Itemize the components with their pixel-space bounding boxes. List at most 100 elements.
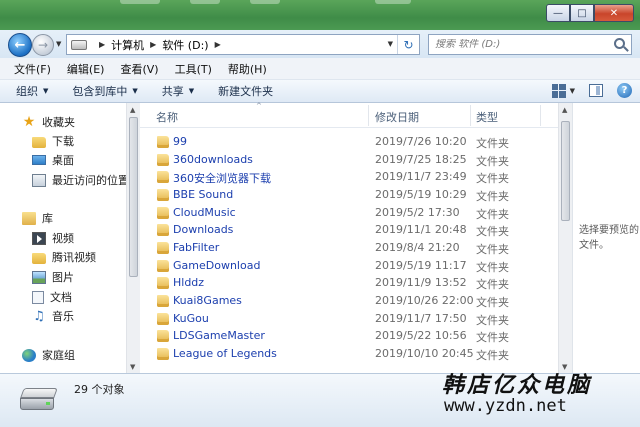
file-type: 文件夹 — [476, 208, 509, 221]
search-box — [428, 34, 632, 55]
list-item[interactable]: Hlddz 2019/11/9 13:52 文件夹 — [140, 274, 558, 292]
scroll-up-arrow-icon[interactable]: ▲ — [130, 106, 135, 114]
nav-scroll-thumb[interactable] — [129, 117, 138, 277]
list-item[interactable]: 360安全浏览器下载 2019/11/7 23:49 文件夹 — [140, 168, 558, 186]
nav-label: 库 — [42, 212, 53, 225]
file-modified: 2019/10/26 22:00 — [375, 294, 474, 307]
column-divider[interactable] — [368, 105, 369, 126]
picture-icon — [32, 270, 46, 284]
column-type[interactable]: 类型 — [476, 109, 498, 125]
maximize-button[interactable]: □ — [570, 4, 594, 22]
file-name: GameDownload — [173, 259, 261, 272]
scroll-up-arrow-icon[interactable]: ▲ — [562, 106, 567, 114]
refresh-button[interactable]: ↻ — [397, 35, 419, 54]
menu-view[interactable]: 查看(V) — [120, 61, 158, 77]
column-headers: ^ 名称 修改日期 类型 — [140, 102, 560, 128]
change-view-icon[interactable] — [551, 83, 566, 98]
file-list-scroll-thumb[interactable] — [561, 121, 570, 221]
new-folder-button[interactable]: 新建文件夹 — [218, 83, 273, 99]
file-modified: 2019/5/22 10:56 — [375, 329, 467, 342]
preview-pane-icon[interactable] — [589, 84, 603, 97]
file-type: 文件夹 — [476, 172, 509, 185]
forward-button[interactable]: → — [32, 34, 54, 56]
nav-downloads[interactable]: 下载 — [32, 132, 74, 150]
menu-file[interactable]: 文件(F) — [14, 61, 51, 77]
column-modified[interactable]: 修改日期 — [375, 109, 419, 125]
menu-help[interactable]: 帮助(H) — [228, 61, 267, 77]
star-icon: ★ — [22, 113, 36, 130]
menu-tools[interactable]: 工具(T) — [175, 61, 212, 77]
command-bar-right: ▼ ? — [551, 83, 632, 98]
folder-icon — [157, 313, 169, 325]
file-list-scrollbar[interactable]: ▲ ▼ — [558, 103, 572, 373]
nav-label: 文档 — [50, 291, 72, 304]
address-dropdown[interactable]: ▼ — [388, 40, 393, 48]
help-icon[interactable]: ? — [617, 83, 632, 98]
list-item[interactable]: KuGou 2019/11/7 17:50 文件夹 — [140, 310, 558, 328]
refresh-icon: ↻ — [403, 37, 414, 52]
file-modified: 2019/5/19 11:17 — [375, 259, 467, 272]
list-item[interactable]: CloudMusic 2019/5/2 17:30 文件夹 — [140, 204, 558, 222]
list-item[interactable]: LDSGameMaster 2019/5/22 10:56 文件夹 — [140, 327, 558, 345]
share-button[interactable]: 共享 ▼ — [162, 83, 194, 99]
breadcrumb-separator-icon[interactable]: ▶ — [215, 40, 221, 49]
list-item[interactable]: GameDownload 2019/5/19 11:17 文件夹 — [140, 257, 558, 275]
nav-label: 最近访问的位置 — [52, 174, 126, 187]
column-divider[interactable] — [540, 105, 541, 126]
file-modified: 2019/11/1 20:48 — [375, 223, 467, 236]
list-item[interactable]: FabFilter 2019/8/4 21:20 文件夹 — [140, 239, 558, 257]
include-library-button[interactable]: 包含到库中 ▼ — [72, 83, 137, 99]
column-name[interactable]: 名称 — [156, 109, 178, 125]
title-decoration — [120, 0, 160, 4]
nav-libraries[interactable]: 库 — [22, 209, 53, 227]
address-row: ← → ▼ ▶ 计算机 ▶ 软件 (D:) ▶ ▼ ↻ — [0, 30, 640, 58]
close-button[interactable]: ✕ — [594, 4, 634, 22]
nav-documents[interactable]: 文档 — [32, 288, 72, 306]
list-item[interactable]: 99 2019/7/26 10:20 文件夹 — [140, 133, 558, 151]
file-type: 文件夹 — [476, 243, 509, 256]
video-icon — [32, 231, 46, 245]
column-divider[interactable] — [470, 105, 471, 126]
file-name: LDSGameMaster — [173, 329, 265, 342]
scroll-down-arrow-icon[interactable]: ▼ — [130, 363, 135, 371]
organize-button[interactable]: 组织 ▼ — [16, 83, 48, 99]
menu-edit[interactable]: 编辑(E) — [67, 61, 105, 77]
nav-favorites[interactable]: ★ 收藏夹 — [22, 113, 75, 131]
search-icon[interactable] — [614, 38, 625, 49]
include-library-label: 包含到库中 — [72, 85, 128, 98]
list-item[interactable]: League of Legends 2019/10/10 20:45 文件夹 — [140, 345, 558, 363]
folder-icon — [157, 207, 169, 219]
file-name: BBE Sound — [173, 188, 234, 201]
address-bar[interactable]: ▶ 计算机 ▶ 软件 (D:) ▶ ▼ ↻ — [66, 34, 420, 55]
nav-scrollbar[interactable]: ▲ ▼ — [126, 103, 140, 373]
list-item[interactable]: Kuai8Games 2019/10/26 22:00 文件夹 — [140, 292, 558, 310]
breadcrumb-computer[interactable]: 计算机 — [111, 37, 144, 53]
nav-tencent-video[interactable]: 腾讯视频 — [32, 248, 96, 266]
search-input[interactable] — [435, 39, 605, 50]
breadcrumb: ▶ 计算机 ▶ 软件 (D:) ▶ — [93, 37, 227, 53]
back-button[interactable]: ← — [8, 33, 32, 57]
nav-desktop[interactable]: 桌面 — [32, 151, 74, 169]
recent-pages-dropdown[interactable]: ▼ — [56, 40, 61, 48]
nav-videos[interactable]: 视频 — [32, 229, 74, 247]
title-decoration — [250, 0, 280, 4]
view-options-dropdown[interactable]: ▼ — [570, 87, 575, 95]
nav-homegroup[interactable]: 家庭组 — [22, 346, 75, 364]
nav-pictures[interactable]: 图片 — [32, 268, 74, 286]
homegroup-icon — [22, 348, 36, 362]
breadcrumb-drive-d[interactable]: 软件 (D:) — [162, 37, 208, 53]
minimize-button[interactable]: — — [546, 4, 570, 22]
nav-music[interactable]: ♫ 音乐 — [32, 307, 74, 325]
nav-recent[interactable]: 最近访问的位置 — [32, 171, 126, 189]
share-label: 共享 — [161, 85, 184, 98]
breadcrumb-separator-icon[interactable]: ▶ — [150, 40, 156, 49]
music-note-icon: ♫ — [33, 308, 45, 324]
breadcrumb-separator-icon[interactable]: ▶ — [99, 40, 105, 49]
file-type: 文件夹 — [476, 314, 509, 327]
list-item[interactable]: Downloads 2019/11/1 20:48 文件夹 — [140, 221, 558, 239]
list-item[interactable]: 360downloads 2019/7/25 18:25 文件夹 — [140, 151, 558, 169]
file-name: 360安全浏览器下载 — [173, 172, 271, 185]
title-bar[interactable]: — □ ✕ — [0, 0, 640, 30]
list-item[interactable]: BBE Sound 2019/5/19 10:29 文件夹 — [140, 186, 558, 204]
nav-label: 收藏夹 — [42, 116, 75, 129]
